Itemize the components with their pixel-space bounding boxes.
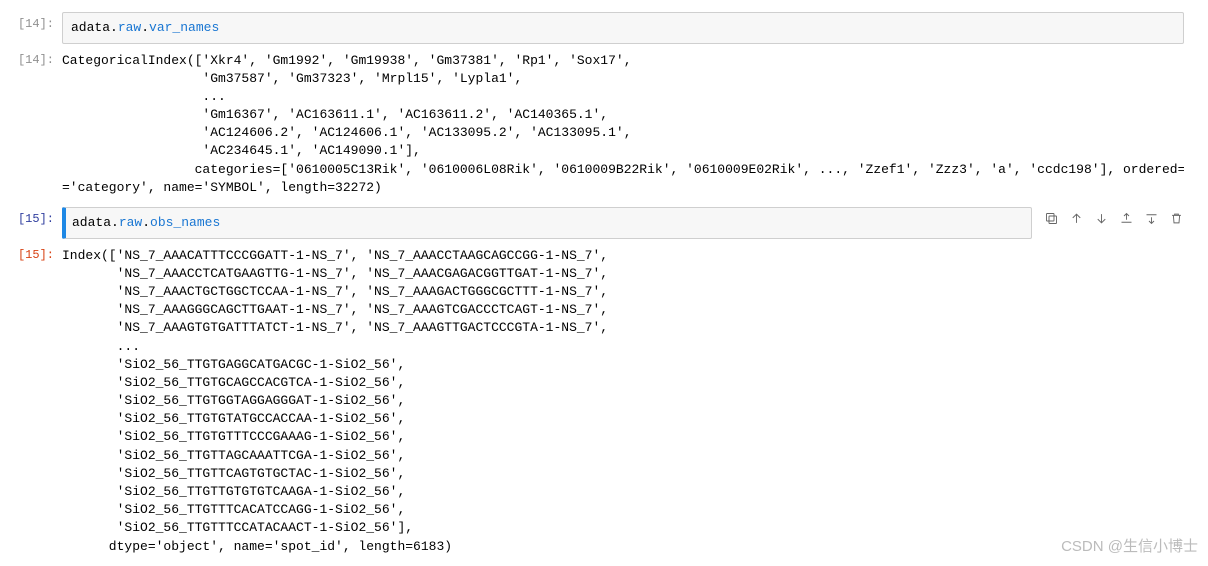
code-token: adata. — [71, 20, 118, 35]
output-cell-14: [14]: CategoricalIndex(['Xkr4', 'Gm1992'… — [0, 48, 1190, 204]
output-text-15: Index(['NS_7_AAACATTTCCCGGATT-1-NS_7', '… — [62, 243, 1184, 562]
code-attr: raw — [118, 20, 141, 35]
code-input-15[interactable]: adata.raw.obs_names — [62, 207, 1032, 239]
code-cell-14: [14]: adata.raw.var_names — [0, 12, 1190, 44]
move-up-icon[interactable] — [1067, 209, 1086, 231]
code-cell-15: [15]: adata.raw.obs_names — [0, 207, 1038, 239]
in-prompt-15: [15]: — [0, 207, 62, 239]
code-attr: raw — [119, 215, 142, 230]
out-prompt-15: [15]: — [0, 243, 62, 562]
code-token: . — [141, 20, 149, 35]
out-prompt-14: [14]: — [0, 48, 62, 204]
insert-below-icon[interactable] — [1142, 209, 1161, 231]
code-input-14[interactable]: adata.raw.var_names — [62, 12, 1184, 44]
code-token: adata. — [72, 215, 119, 230]
code-attr: var_names — [149, 20, 219, 35]
delete-icon[interactable] — [1167, 209, 1186, 231]
insert-above-icon[interactable] — [1117, 209, 1136, 231]
duplicate-icon[interactable] — [1042, 209, 1061, 231]
in-prompt-14: [14]: — [0, 12, 62, 44]
code-token: . — [142, 215, 150, 230]
output-text-14: CategoricalIndex(['Xkr4', 'Gm1992', 'Gm1… — [62, 48, 1184, 204]
cell-toolbar — [1038, 207, 1190, 233]
code-cell-15-row: [15]: adata.raw.obs_names — [0, 207, 1190, 243]
output-cell-15: [15]: Index(['NS_7_AAACATTTCCCGGATT-1-NS… — [0, 243, 1190, 562]
code-attr: obs_names — [150, 215, 220, 230]
move-down-icon[interactable] — [1092, 209, 1111, 231]
